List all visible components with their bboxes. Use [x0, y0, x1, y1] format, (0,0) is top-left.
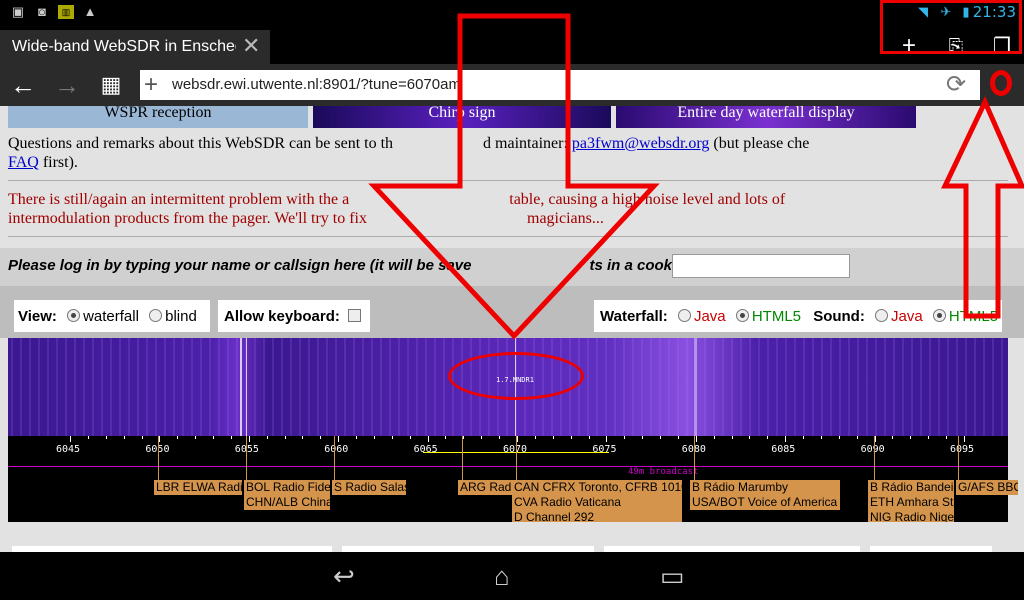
- annotation-overlay: [368, 13, 1024, 340]
- down-arrow-annotation: [368, 13, 660, 340]
- up-arrow-annotation: [941, 95, 1024, 319]
- toolbar-highlight-box: [880, 0, 1022, 54]
- signal-highlight-ellipse: [448, 352, 584, 400]
